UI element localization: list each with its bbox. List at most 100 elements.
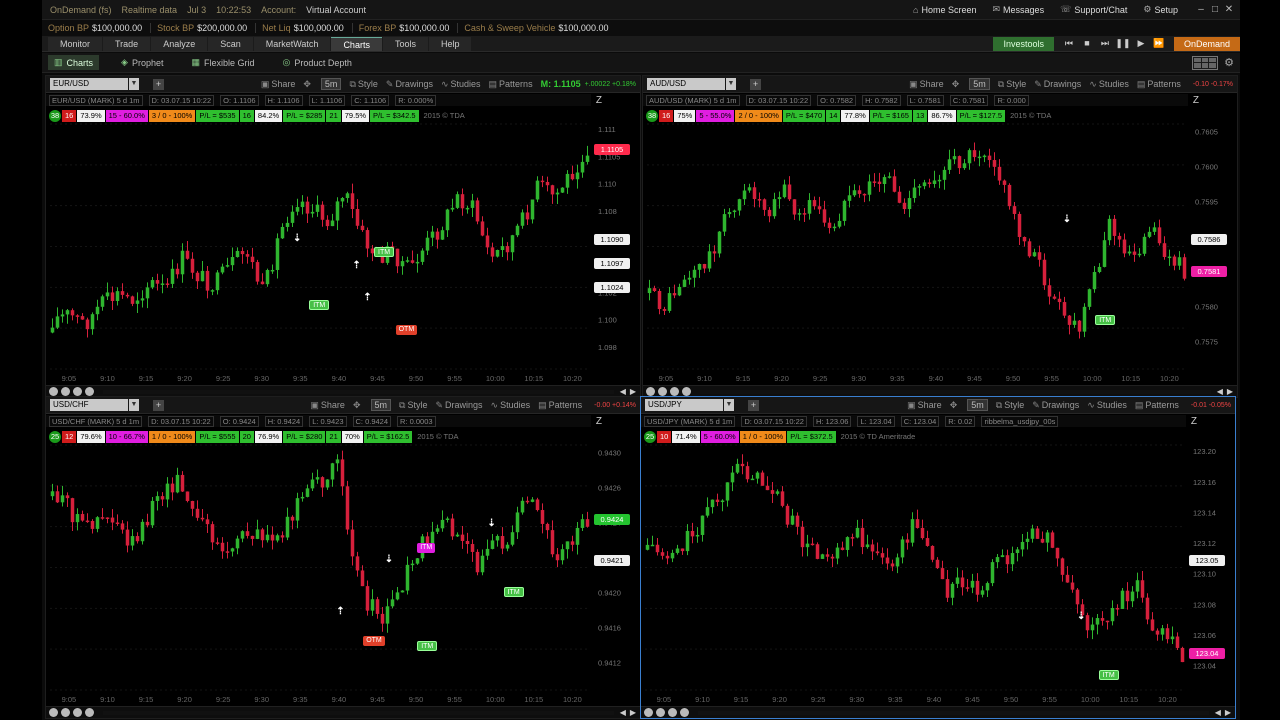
candle-body	[867, 181, 872, 195]
price-chart[interactable]: 1.1111.11051.1101.1081.1061.1041.1021.10…	[46, 76, 641, 398]
support-label: Support/Chat	[1074, 4, 1128, 15]
step-forward-icon[interactable]: ⏭	[1096, 38, 1114, 49]
zoom-in-icon[interactable]	[656, 708, 665, 717]
envelope-icon: ✉	[992, 4, 1001, 14]
tab-marketwatch[interactable]: MarketWatch	[253, 36, 331, 51]
zoom-out-icon[interactable]	[646, 387, 655, 396]
candle-body	[250, 535, 255, 539]
candle-body	[870, 544, 875, 552]
scroll-track[interactable]	[700, 389, 1211, 394]
close-icon[interactable]: ✕	[1222, 3, 1236, 17]
scroll-left-icon[interactable]: ◀	[620, 708, 626, 717]
tab-charts[interactable]: Charts	[331, 36, 382, 51]
reset-icon[interactable]	[668, 708, 677, 717]
candle-body	[1135, 580, 1140, 592]
cursor-icon[interactable]	[85, 387, 94, 396]
itm-signal-marker[interactable]: ITM	[417, 641, 438, 651]
zoom-in-icon[interactable]	[61, 387, 70, 396]
zoom-in-icon[interactable]	[61, 708, 70, 717]
settings-gear-icon[interactable]: ⚙	[1224, 56, 1234, 69]
reset-icon[interactable]	[73, 387, 82, 396]
ondemand-button[interactable]: OnDemand	[1173, 36, 1240, 51]
scroll-right-icon[interactable]: ▶	[1225, 708, 1231, 717]
scroll-right-icon[interactable]: ▶	[630, 387, 636, 396]
candle-body	[855, 527, 860, 538]
candle-body	[310, 211, 315, 214]
grid-layout-icon[interactable]	[1192, 55, 1219, 70]
cursor-icon[interactable]	[680, 708, 689, 717]
subnav-flexible-grid[interactable]: ▦ Flexible Grid	[185, 55, 260, 70]
price-chart[interactable]: 0.94300.94260.94240.94220.94200.94160.94…	[46, 397, 641, 719]
candle-body	[275, 535, 280, 541]
reset-icon[interactable]	[670, 387, 679, 396]
pause-icon[interactable]: ❚❚	[1114, 38, 1132, 49]
scroll-track[interactable]	[103, 710, 614, 715]
setup-button[interactable]: ⚙ Setup	[1143, 4, 1178, 15]
itm-signal-marker[interactable]: ITM	[1095, 315, 1116, 326]
fast-forward-icon[interactable]: ⏩	[1150, 38, 1168, 49]
zoom-out-icon[interactable]	[49, 708, 58, 717]
itm-signal-marker[interactable]: ITM	[374, 246, 395, 257]
messages-button[interactable]: ✉ Messages	[993, 4, 1045, 15]
x-axis-tick-label: 9:55	[1042, 695, 1057, 704]
tab-analyze[interactable]: Analyze	[151, 36, 208, 51]
candle-body	[555, 554, 560, 561]
y-axis-tick-label: 0.9426	[598, 484, 621, 493]
price-chart[interactable]: 123.20 123.16 123.14 123.12 123.10 123.08 123.…	[641, 397, 1236, 719]
subnav-prophet[interactable]: ◈ Prophet	[115, 55, 169, 70]
tab-trade[interactable]: Trade	[103, 36, 151, 51]
subnav-charts[interactable]: ▥ Charts	[48, 55, 100, 70]
scroll-left-icon[interactable]: ◀	[620, 387, 626, 396]
candle-body	[150, 280, 155, 288]
candle-body	[1095, 618, 1100, 625]
candle-body	[887, 176, 892, 178]
support-chat-button[interactable]: ☏ Support/Chat	[1060, 4, 1127, 15]
candle-body	[1022, 236, 1027, 242]
otm-signal-marker[interactable]: OTM	[363, 636, 385, 647]
account-bar-label: Net Liq	[262, 23, 291, 33]
tab-help[interactable]: Help	[428, 36, 472, 51]
candle-body	[50, 491, 55, 497]
zoom-out-icon[interactable]	[644, 708, 653, 717]
tab-tools[interactable]: Tools	[382, 36, 428, 51]
candle-body	[585, 155, 590, 162]
stop-icon[interactable]: ■	[1078, 38, 1096, 49]
itm-signal-marker[interactable]: ITM	[417, 543, 436, 553]
otm-signal-marker[interactable]: OTM	[395, 324, 418, 335]
itm-signal-marker[interactable]: ITM	[503, 587, 524, 598]
subnav-product-depth[interactable]: ◎ Product Depth	[277, 55, 358, 70]
itm-signal-marker[interactable]: ITM	[309, 300, 330, 311]
cursor-icon[interactable]	[682, 387, 691, 396]
scroll-right-icon[interactable]: ▶	[1227, 387, 1233, 396]
candle-body	[827, 222, 832, 229]
account-bar-value: $200,000.00	[197, 23, 248, 33]
home-screen-button[interactable]: ⌂ Home Screen	[913, 5, 976, 15]
zoom-in-icon[interactable]	[658, 387, 667, 396]
maximize-icon[interactable]: □	[1208, 3, 1222, 17]
tab-scan[interactable]: Scan	[208, 36, 253, 51]
chart-scroll-bar[interactable]: ◀ ▶	[641, 706, 1235, 718]
scroll-track[interactable]	[698, 710, 1209, 715]
price-chart[interactable]: 0.76050.76000.75950.75900.75850.75800.75…	[643, 76, 1238, 398]
candle-body	[705, 507, 710, 516]
cursor-icon[interactable]	[85, 708, 94, 717]
skip-back-icon[interactable]: ⏮	[1060, 38, 1078, 49]
zoom-out-icon[interactable]	[49, 387, 58, 396]
candle-body	[560, 187, 565, 193]
candle-body	[715, 499, 720, 503]
minimize-icon[interactable]: –	[1194, 3, 1208, 17]
scroll-left-icon[interactable]: ◀	[1217, 387, 1223, 396]
chart-icon: ▥	[54, 57, 63, 67]
investools-button[interactable]: Investools	[993, 36, 1054, 51]
reset-icon[interactable]	[73, 708, 82, 717]
scroll-right-icon[interactable]: ▶	[630, 708, 636, 717]
tab-monitor[interactable]: Monitor	[48, 36, 103, 51]
candle-body	[822, 209, 827, 223]
scroll-left-icon[interactable]: ◀	[1215, 708, 1221, 717]
itm-signal-marker[interactable]: ITM	[1098, 670, 1119, 681]
play-icon[interactable]: ▶	[1132, 38, 1150, 49]
account-name[interactable]: Virtual Account	[306, 5, 366, 15]
y-axis-tick-label: 123.12	[1193, 539, 1216, 548]
chart-scroll-bar[interactable]: ◀ ▶	[46, 706, 640, 718]
scroll-track[interactable]	[103, 389, 614, 394]
